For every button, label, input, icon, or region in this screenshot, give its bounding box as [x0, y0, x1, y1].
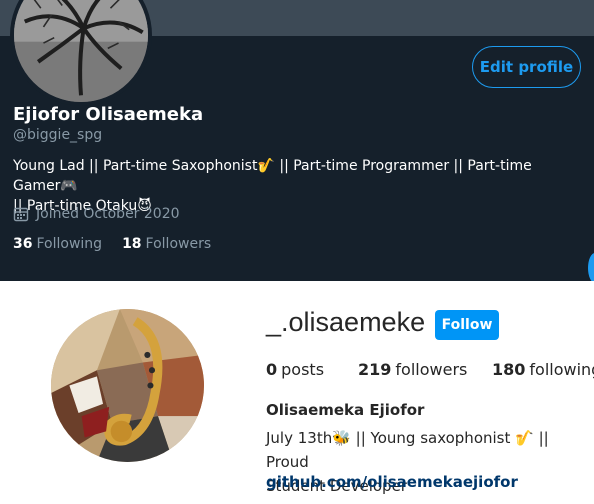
- ig-followers-label: followers: [395, 360, 468, 379]
- ig-followers-count: 219: [358, 360, 392, 379]
- instagram-avatar[interactable]: [51, 309, 204, 462]
- floating-action-button[interactable]: [588, 253, 594, 281]
- ig-bio-line-1: July 13th🐝 || Young saxophonist 🎷 || Pro…: [266, 429, 549, 471]
- following-stat[interactable]: 180following: [492, 360, 594, 379]
- posts-label: posts: [281, 360, 325, 379]
- followers-count: 18: [122, 236, 142, 252]
- avatar-saxophone-art: [51, 309, 204, 462]
- following-label: Following: [36, 236, 103, 252]
- instagram-profile: _.olisaemeke Follow 0 posts 219 followers …: [0, 281, 594, 504]
- instagram-username: _.olisaemeke: [266, 307, 426, 337]
- posts-stat: 0 posts: [266, 360, 324, 379]
- bio-line-1: Young Lad || Part-time Saxophonist🎷 || P…: [13, 158, 532, 194]
- posts-count: 0: [266, 360, 278, 379]
- ig-following-label: following: [529, 360, 594, 379]
- profile-link[interactable]: github.com/olisaemekaejiofor: [266, 473, 518, 491]
- display-name: Ejiofor Olisaemeka: [13, 104, 204, 125]
- avatar-palm-image: [14, 0, 148, 102]
- joined-date: Joined October 2020: [13, 206, 180, 222]
- calendar-icon: [13, 206, 29, 222]
- followers-stat[interactable]: 219 followers: [358, 360, 467, 379]
- joined-text: Joined October 2020: [36, 206, 180, 222]
- followers-label: Followers: [145, 236, 212, 252]
- edit-profile-button[interactable]: Edit profile: [472, 46, 581, 88]
- user-handle: @biggie_spg: [13, 127, 103, 143]
- twitter-profile: Edit profile Ejiofor Olisaemeka @biggie_…: [0, 0, 594, 281]
- full-name: Olisaemeka Ejiofor: [266, 401, 425, 419]
- following-count: 36: [13, 236, 33, 252]
- following-link[interactable]: 36 Following: [13, 236, 102, 252]
- twitter-avatar[interactable]: [10, 0, 152, 106]
- twitter-stats: 36 Following 18 Followers: [13, 236, 211, 252]
- ig-following-count: 180: [492, 360, 526, 379]
- follow-button[interactable]: Follow: [435, 310, 499, 340]
- followers-link[interactable]: 18 Followers: [122, 236, 211, 252]
